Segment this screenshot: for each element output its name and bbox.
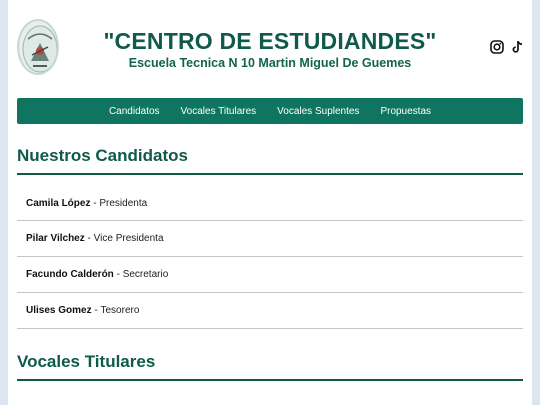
candidates-list: Camila López - Presidenta Pilar Vilchez … <box>17 186 523 329</box>
school-logo <box>17 19 59 75</box>
nav-item-vocales-titulares[interactable]: Vocales Titulares <box>170 106 267 117</box>
list-item: Camila López - Presidenta <box>17 186 523 221</box>
header: "CENTRO DE ESTUDIANDES" Escuela Tecnica … <box>8 0 532 96</box>
candidate-name: Ulises Gomez <box>26 305 92 316</box>
nav-item-vocales-suplentes[interactable]: Vocales Suplentes <box>267 106 370 117</box>
candidate-role: Presidenta <box>99 197 148 209</box>
page-title: "CENTRO DE ESTUDIANDES" <box>103 28 437 54</box>
candidate-name: Pilar Vilchez <box>26 233 85 244</box>
candidate-name: Facundo Calderón <box>26 269 114 280</box>
candidate-name: Camila López <box>26 197 91 209</box>
vocales-titulares-heading: Vocales Titulares <box>17 352 523 381</box>
candidate-role: Tesorero <box>100 305 140 316</box>
page: "CENTRO DE ESTUDIANDES" Escuela Tecnica … <box>8 0 532 405</box>
list-item: Facundo Calderón - Secretario <box>17 257 523 293</box>
page-subtitle: Escuela Tecnica N 10 Martin Miguel De Gu… <box>128 56 412 70</box>
main-nav: Candidatos Vocales Titulares Vocales Sup… <box>17 98 523 124</box>
nav-item-propuestas[interactable]: Propuestas <box>370 106 442 117</box>
list-item: Ulises Gomez - Tesorero <box>17 293 523 329</box>
candidates-heading: Nuestros Candidatos <box>17 146 523 175</box>
candidate-role: Secretario <box>122 269 169 280</box>
social-links <box>490 40 524 54</box>
candidate-role: Vice Presidenta <box>93 233 164 244</box>
title-block: "CENTRO DE ESTUDIANDES" Escuela Tecnica … <box>88 28 452 70</box>
list-item: Pilar Vilchez - Vice Presidenta <box>17 221 523 257</box>
tiktok-icon[interactable] <box>512 40 524 54</box>
nav-item-candidatos[interactable]: Candidatos <box>98 106 170 117</box>
instagram-icon[interactable] <box>490 40 504 54</box>
